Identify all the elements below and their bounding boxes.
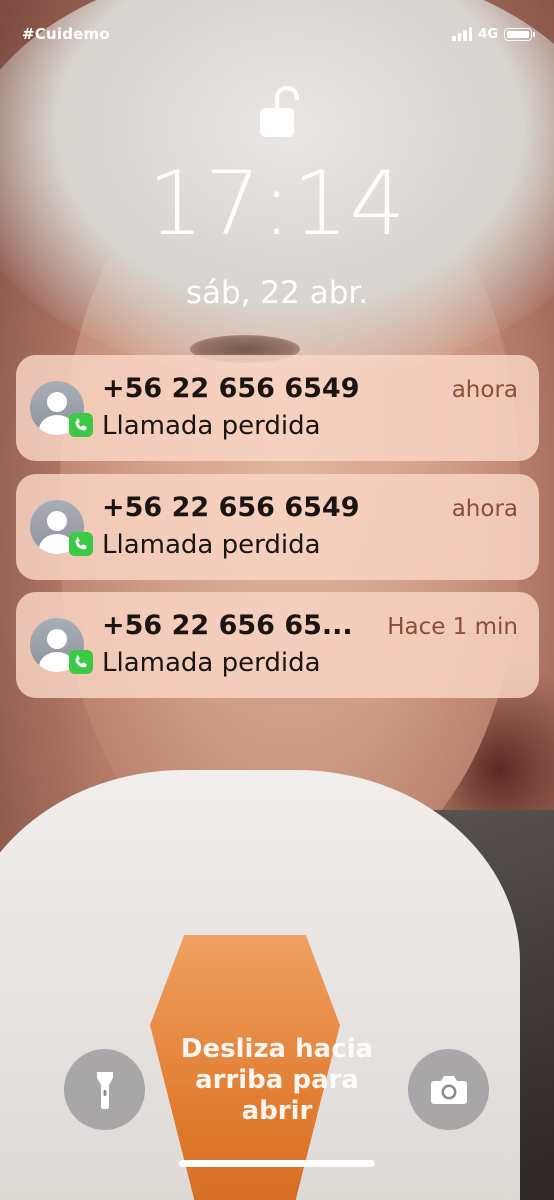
notification-body: Llamada perdida [102, 411, 321, 441]
phone-app-icon [69, 532, 93, 556]
flashlight-button[interactable] [64, 1049, 145, 1130]
notification-title: +56 22 656 65... [102, 610, 353, 641]
phone-app-icon [69, 413, 93, 437]
status-indicators: 4G [452, 26, 535, 42]
camera-icon [430, 1075, 467, 1104]
notification-title: +56 22 656 6549 [102, 492, 360, 523]
carrier-label: #Cuidemo [22, 25, 110, 43]
phone-app-icon [69, 650, 93, 674]
notification-time: ahora [451, 496, 518, 522]
network-type: 4G [478, 26, 498, 42]
status-bar: #Cuidemo 4G [22, 22, 535, 46]
notification-title: +56 22 656 6549 [102, 373, 360, 404]
home-indicator[interactable] [179, 1160, 375, 1167]
notification-time: ahora [451, 377, 518, 403]
notification-time: Hace 1 min [387, 614, 518, 640]
clock-date: sáb, 22 abr. [185, 275, 369, 311]
signal-icon [452, 27, 473, 41]
notification-card[interactable]: +56 22 656 6549 Llamada perdida ahora [16, 474, 539, 580]
flashlight-icon [96, 1071, 113, 1109]
clock-time: 17:14 [147, 152, 407, 255]
notification-card[interactable]: +56 22 656 65... Llamada perdida Hace 1 … [16, 592, 539, 698]
notification-body: Llamada perdida [102, 530, 321, 560]
notification-body: Llamada perdida [102, 648, 321, 678]
swipe-up-hint: Desliza hacia arriba para abrir [180, 1034, 374, 1127]
notification-card[interactable]: +56 22 656 6549 Llamada perdida ahora [16, 355, 539, 461]
camera-button[interactable] [408, 1049, 489, 1130]
battery-icon [504, 27, 535, 41]
unlocked-padlock-icon [260, 85, 299, 137]
